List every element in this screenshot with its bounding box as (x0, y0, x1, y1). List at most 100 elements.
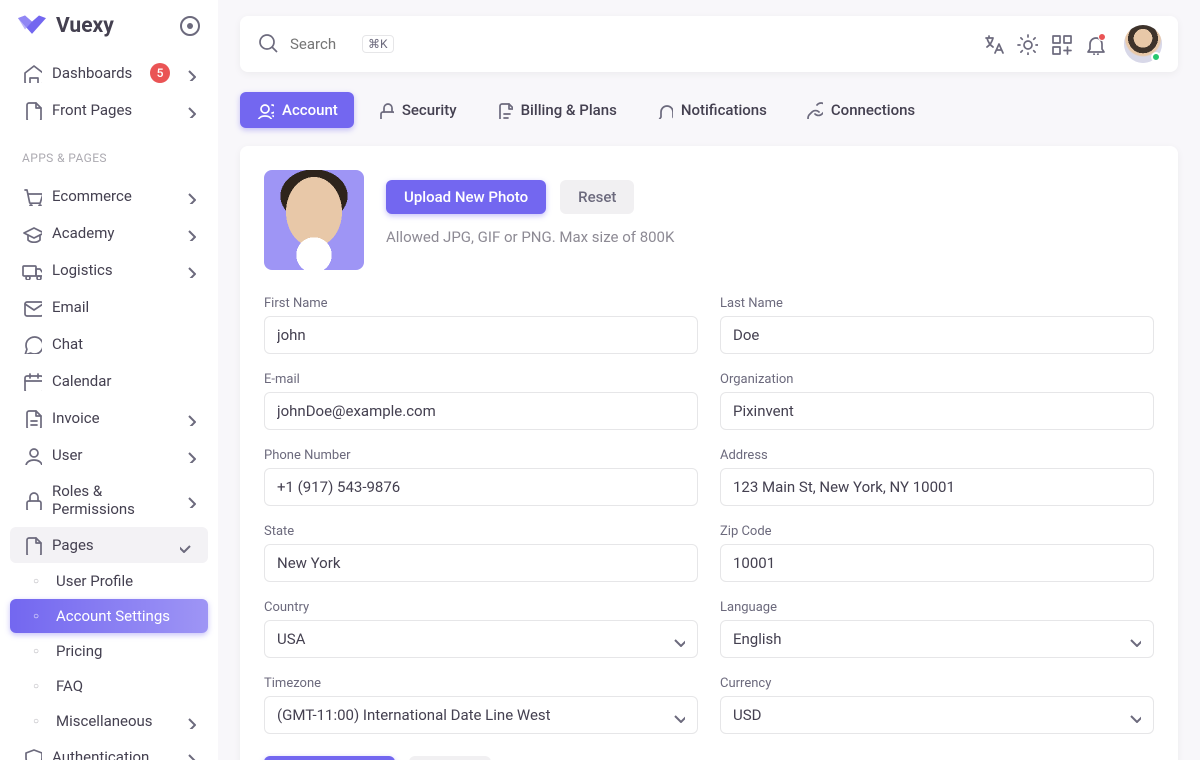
sidebar-item-pages[interactable]: Pages (10, 527, 208, 563)
user-icon (22, 445, 42, 465)
chevron-right-icon (180, 188, 196, 204)
field-label: Phone Number (264, 448, 698, 463)
timezone-select[interactable]: (GMT-11:00) International Date Line West (264, 696, 698, 734)
nav-label: User Profile (56, 572, 196, 590)
field-last-name: Last Name (720, 296, 1154, 354)
sidebar-item-invoice[interactable]: Invoice (10, 400, 208, 436)
bullet-icon: ○ (26, 646, 46, 657)
save-button[interactable]: Save Changes (264, 756, 395, 760)
sidebar-item-front-pages[interactable]: Front Pages (10, 92, 208, 128)
upload-photo-button[interactable]: Upload New Photo (386, 180, 546, 214)
main-content: ⌘K AccountSecurity Billing & Plans Notific… (218, 0, 1200, 760)
language-select[interactable]: English (720, 620, 1154, 658)
country-select[interactable]: USA (264, 620, 698, 658)
tab-account[interactable]: Account (240, 92, 354, 128)
apps-grid-icon[interactable] (1050, 33, 1072, 55)
sidebar-item-pricing[interactable]: ○ Pricing (10, 634, 208, 668)
bell-icon (655, 101, 673, 119)
user-avatar[interactable] (1124, 25, 1162, 63)
field-country: CountryUSA (264, 600, 698, 658)
field-label: Currency (720, 676, 1154, 691)
email-input[interactable] (264, 392, 698, 430)
nav-label: Calendar (52, 372, 196, 390)
tab-connections[interactable]: Connections (789, 92, 931, 128)
link-icon (805, 101, 823, 119)
sidebar-item-faq[interactable]: ○FAQ (10, 669, 208, 703)
lock-icon (376, 101, 394, 119)
field-state: State (264, 524, 698, 582)
sidebar-item-authentication[interactable]: Authentication (10, 739, 208, 760)
sidebar-item-user-profile[interactable]: ○ User Profile (10, 564, 208, 598)
photo-helper-text: Allowed JPG, GIF or PNG. Max size of 800… (386, 228, 674, 246)
sidebar-item-dashboards[interactable]: Dashboards5 (10, 55, 208, 91)
search-icon[interactable] (256, 31, 278, 57)
sidebar-item-logistics[interactable]: Logistics (10, 252, 208, 288)
sidebar-item-chat[interactable]: Chat (10, 326, 208, 362)
field-organization: Organization (720, 372, 1154, 430)
currency-select[interactable]: USD (720, 696, 1154, 734)
sidebar-item-academy[interactable]: Academy (10, 215, 208, 251)
tab-label: Connections (831, 101, 915, 119)
address-input[interactable] (720, 468, 1154, 506)
nav-label: Roles & Permissions (52, 482, 170, 518)
sidebar-collapse-button[interactable] (180, 16, 200, 36)
cancel-button[interactable]: Cancel (409, 756, 491, 760)
sidebar-item-account-settings[interactable]: ○Account Settings (10, 599, 208, 633)
brand[interactable]: Vuexy (18, 14, 114, 38)
nav-label: User (52, 446, 170, 464)
sidebar-item-miscellaneous[interactable]: ○Miscellaneous (10, 704, 208, 738)
sidebar-item-user[interactable]: User (10, 437, 208, 473)
cart-icon (22, 186, 42, 206)
search-input[interactable] (290, 35, 350, 53)
state-input[interactable] (264, 544, 698, 582)
sidebar-item-email[interactable]: Email (10, 289, 208, 325)
sidebar-item-ecommerce[interactable]: Ecommerce (10, 178, 208, 214)
lock-icon (22, 490, 42, 510)
section-title-apps: APPS & PAGES (0, 135, 218, 171)
organization-input[interactable] (720, 392, 1154, 430)
theme-toggle-icon[interactable] (1016, 33, 1038, 55)
nav-label: Invoice (52, 409, 170, 427)
language-icon[interactable] (982, 33, 1004, 55)
calendar-icon (22, 371, 42, 391)
tab-label: Billing & Plans (521, 101, 617, 119)
first-name-input[interactable] (264, 316, 698, 354)
last-name-input[interactable] (720, 316, 1154, 354)
search-kbd: ⌘K (362, 35, 394, 53)
bill-icon (495, 101, 513, 119)
field-language: LanguageEnglish (720, 600, 1154, 658)
file-icon (22, 100, 42, 120)
tab-label: Notifications (681, 101, 767, 119)
field-label: Timezone (264, 676, 698, 691)
field-address: Address (720, 448, 1154, 506)
notifications-icon[interactable] (1084, 33, 1106, 55)
sidebar-item-calendar[interactable]: Calendar (10, 363, 208, 399)
tab-security[interactable]: Security (360, 92, 473, 128)
select-value: USA (277, 630, 305, 648)
zip-input[interactable] (720, 544, 1154, 582)
select-value: English (733, 630, 782, 648)
chat-icon (22, 334, 42, 354)
bullet-icon: ○ (26, 716, 46, 727)
badge: 5 (150, 63, 170, 83)
chevron-right-icon (180, 225, 196, 241)
tab-notifications[interactable]: Notifications (639, 92, 783, 128)
nav-label: FAQ (56, 677, 196, 695)
select-value: (GMT-11:00) International Date Line West (277, 706, 551, 724)
field-label: Organization (720, 372, 1154, 387)
nav-label: Pricing (56, 642, 196, 660)
sidebar-item-roles-permissions[interactable]: Roles & Permissions (10, 474, 208, 526)
phone-input[interactable] (264, 468, 698, 506)
reset-photo-button[interactable]: Reset (560, 180, 634, 214)
account-card: Upload New Photo Reset Allowed JPG, GIF … (240, 146, 1178, 760)
nav-label: Authentication (52, 748, 170, 760)
truck-icon (22, 260, 42, 280)
nav-label: Logistics (52, 261, 170, 279)
sidebar: Vuexy Dashboards5Front Pages APPS & PAGE… (0, 0, 218, 760)
tab-billing-plans[interactable]: Billing & Plans (479, 92, 633, 128)
bullet-icon: ○ (26, 576, 46, 587)
invoice-icon (22, 408, 42, 428)
page-icon (22, 535, 42, 555)
field-label: State (264, 524, 698, 539)
chevron-right-icon (180, 492, 196, 508)
